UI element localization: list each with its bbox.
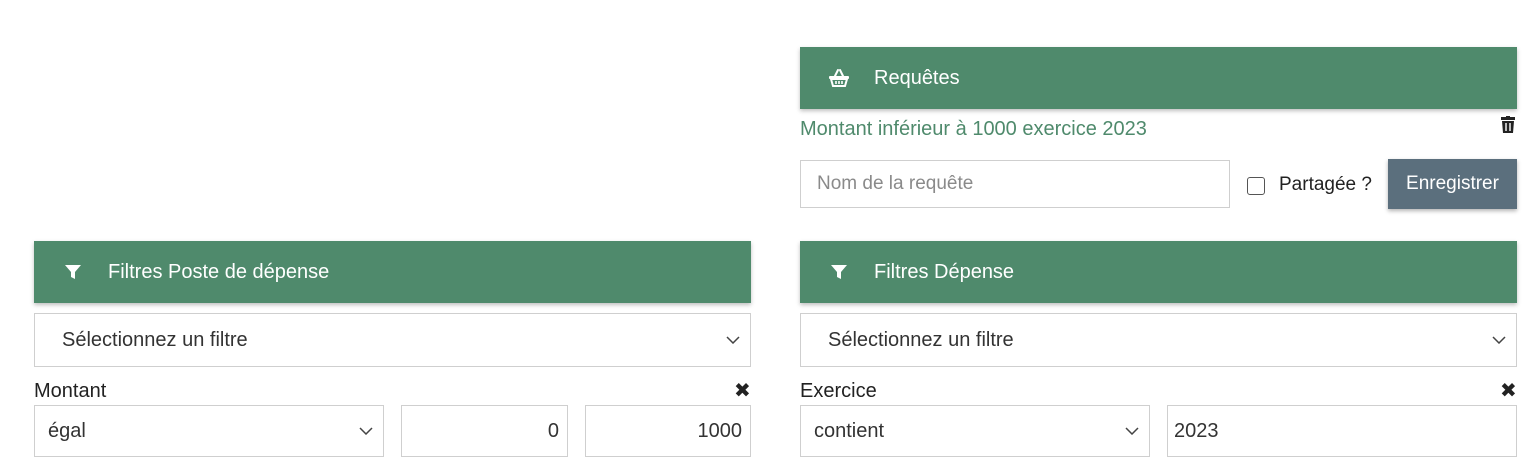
- montant-min-value: 0: [547, 419, 559, 442]
- montant-max-input[interactable]: 1000: [585, 405, 751, 457]
- filtres-depense-title: Filtres Dépense: [874, 261, 1015, 283]
- chevron-down-icon: [1125, 427, 1139, 435]
- exercice-value: 2023: [1174, 419, 1219, 442]
- filter-icon: [828, 261, 850, 283]
- montant-max-value: 1000: [697, 419, 743, 442]
- poste-filter-select[interactable]: Sélectionnez un filtre: [34, 313, 751, 367]
- exercice-operator-select[interactable]: contient: [800, 405, 1150, 457]
- depense-filter-select[interactable]: Sélectionnez un filtre: [800, 313, 1517, 367]
- exercice-label: Exercice: [800, 380, 877, 402]
- shared-label: Partagée ?: [1279, 174, 1372, 195]
- remove-exercice-filter-icon[interactable]: ✖: [1500, 381, 1517, 401]
- montant-operator-value: égal: [48, 419, 86, 442]
- exercice-operator-value: contient: [814, 419, 885, 442]
- montant-min-input[interactable]: 0: [401, 405, 568, 457]
- poste-filter-select-value: Sélectionnez un filtre: [62, 328, 248, 351]
- montant-label: Montant: [34, 380, 107, 402]
- exercice-value-input[interactable]: 2023: [1167, 405, 1517, 457]
- saved-query-link[interactable]: Montant inférieur à 1000 exercice 2023: [800, 118, 1147, 141]
- save-button[interactable]: Enregistrer: [1388, 159, 1517, 209]
- remove-montant-filter-icon[interactable]: ✖: [734, 381, 751, 401]
- requetes-header: Requêtes: [800, 47, 1517, 109]
- chevron-down-icon: [726, 336, 740, 344]
- chevron-down-icon: [1492, 336, 1506, 344]
- montant-operator-select[interactable]: égal: [34, 405, 384, 457]
- trash-icon[interactable]: [1500, 116, 1516, 134]
- filtres-poste-header: Filtres Poste de dépense: [34, 241, 751, 303]
- query-name-placeholder: Nom de la requête: [817, 173, 974, 194]
- shared-checkbox[interactable]: [1247, 177, 1265, 195]
- filtres-poste-title: Filtres Poste de dépense: [108, 261, 330, 283]
- filter-icon: [62, 261, 84, 283]
- chevron-down-icon: [359, 427, 373, 435]
- requetes-title: Requêtes: [874, 67, 960, 89]
- query-name-input[interactable]: Nom de la requête: [800, 160, 1230, 208]
- filtres-depense-header: Filtres Dépense: [800, 241, 1517, 303]
- depense-filter-select-value: Sélectionnez un filtre: [828, 328, 1014, 351]
- basket-icon: [828, 67, 850, 89]
